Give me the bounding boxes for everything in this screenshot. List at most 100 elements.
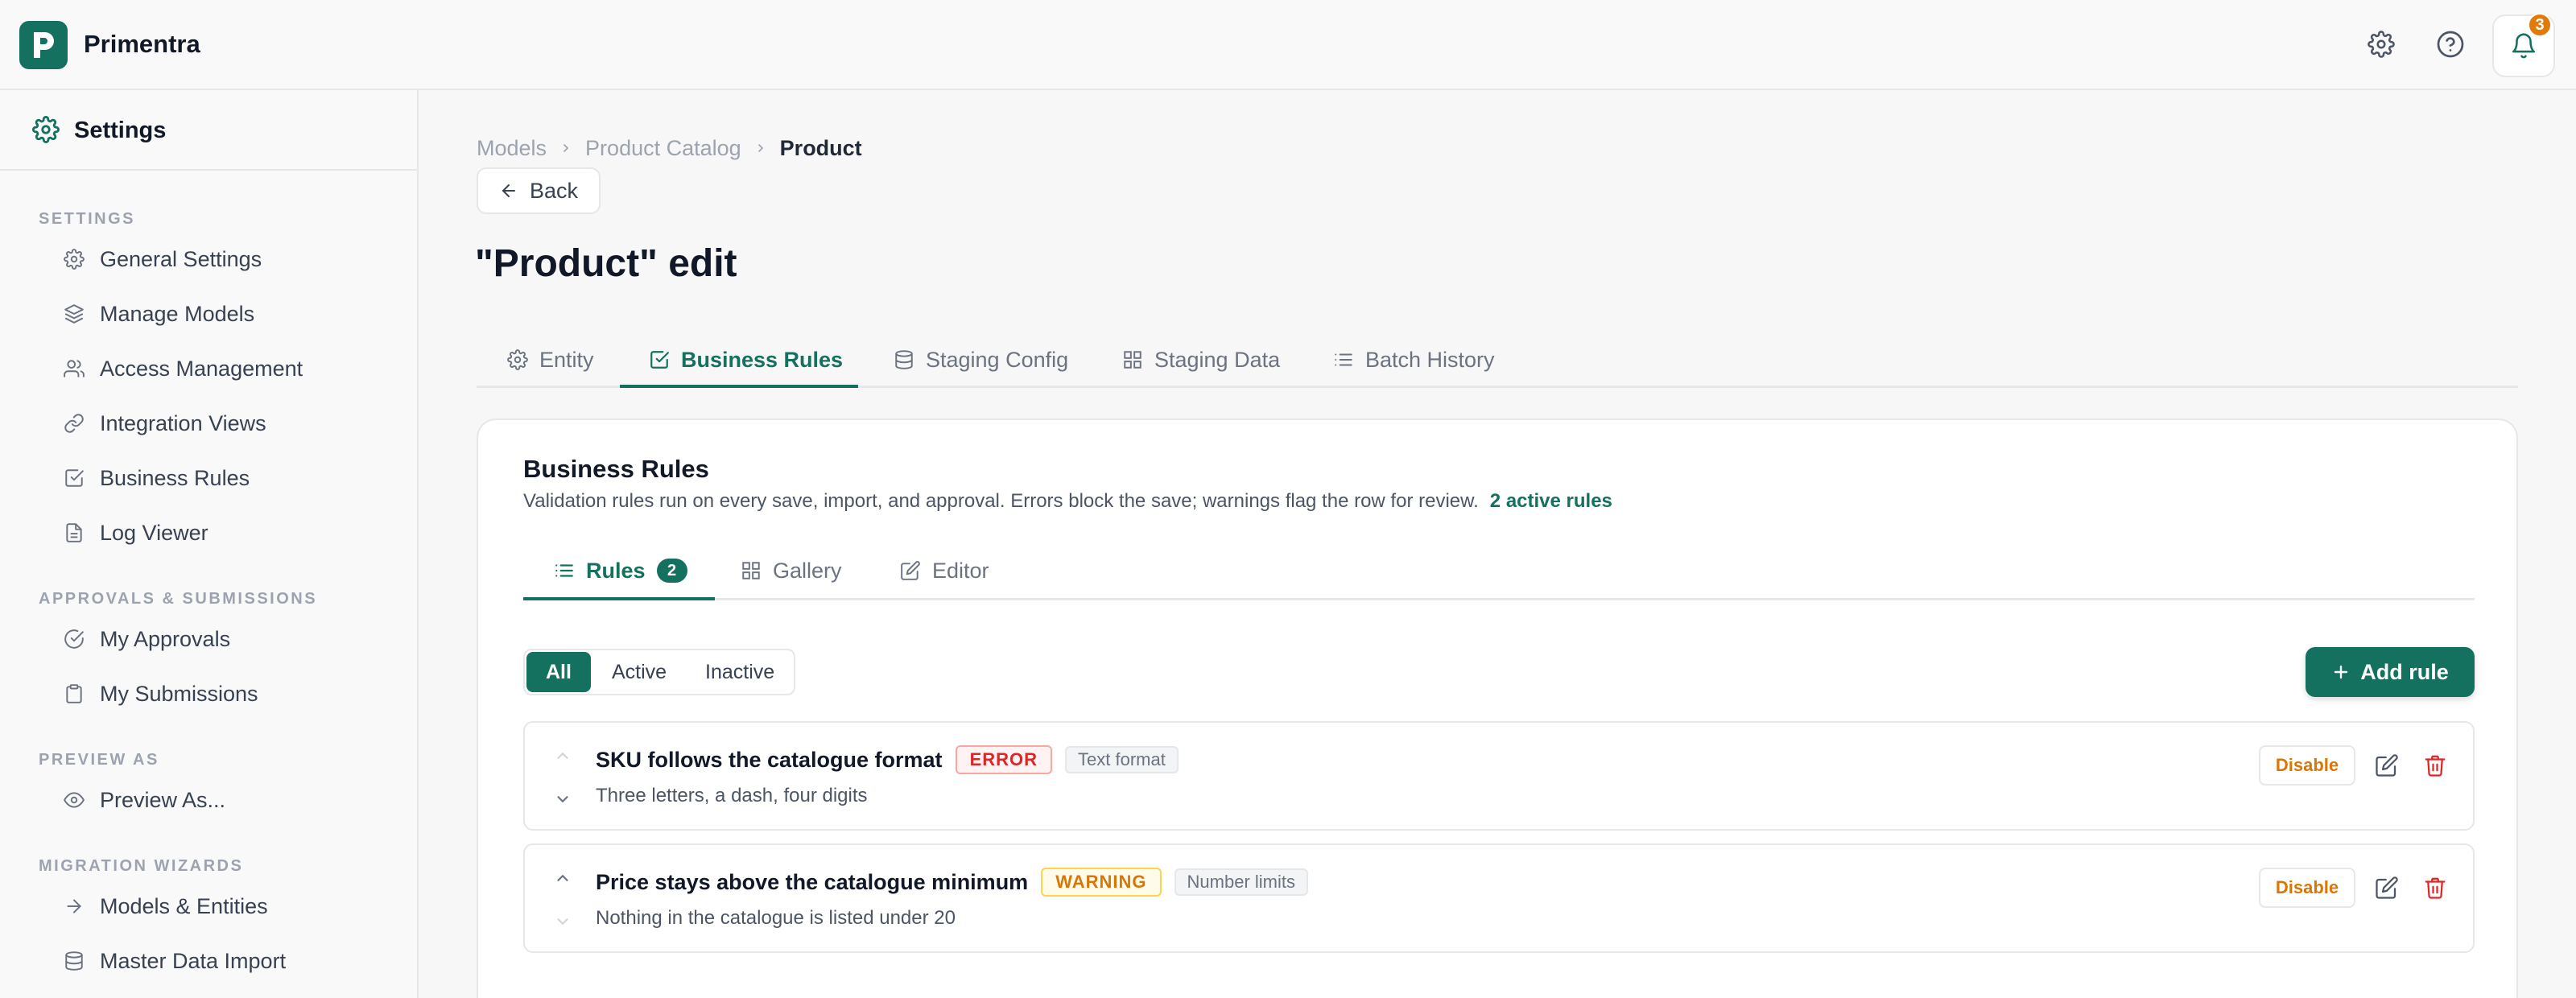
layers-icon: [63, 303, 85, 325]
sidebar-item-label: Business Rules: [100, 465, 250, 490]
sidebar-item-label: Preview As...: [100, 787, 226, 812]
entity-tabs: Entity Business Rules Staging Config Sta…: [477, 332, 2518, 388]
edit-icon: [901, 561, 920, 580]
tab-business-rules[interactable]: Business Rules: [649, 332, 843, 388]
filter-all[interactable]: All: [526, 652, 591, 692]
tab-label: Business Rules: [681, 347, 844, 372]
disable-rule-button[interactable]: Disable: [2259, 745, 2355, 786]
disable-rule-button[interactable]: Disable: [2259, 868, 2355, 908]
sidebar-item-label: Access Management: [100, 356, 303, 381]
severity-badge: ERROR: [955, 745, 1053, 774]
chevron-down-icon[interactable]: [554, 790, 572, 808]
sidebar-item-my-approvals[interactable]: My Approvals: [63, 620, 401, 658]
sidebar-item-label: General Settings: [100, 246, 262, 271]
subtab-label: Editor: [932, 558, 989, 583]
subtab-gallery[interactable]: Gallery: [741, 541, 842, 600]
file-text-icon: [63, 522, 85, 544]
app-title: Primentra: [84, 30, 200, 58]
database-icon: [895, 350, 913, 369]
tab-staging-config[interactable]: Staging Config: [894, 332, 1068, 388]
tab-entity[interactable]: Entity: [507, 332, 594, 388]
tab-label: Staging Data: [1154, 347, 1281, 372]
card-description-text: Validation rules run on every save, impo…: [523, 490, 1479, 512]
sidebar-section-migration-wizards: MIGRATION WIZARDS: [39, 857, 244, 875]
active-tab-indicator: [620, 385, 858, 388]
sidebar-item-business-rules[interactable]: Business Rules: [63, 459, 401, 497]
sidebar-item-my-submissions[interactable]: My Submissions: [63, 674, 401, 713]
rule-row: SKU follows the catalogue format ERROR T…: [523, 721, 2475, 831]
edit-icon: [2376, 754, 2398, 777]
link-icon: [63, 412, 85, 435]
chevron-right-icon: [754, 141, 767, 155]
trash-icon: [2425, 755, 2446, 777]
sidebar-item-log-viewer[interactable]: Log Viewer: [63, 513, 401, 552]
edit-icon: [2376, 876, 2398, 899]
card-title: Business Rules: [523, 455, 709, 483]
sidebar-item-label: Log Viewer: [100, 520, 208, 545]
business-rules-card: Business Rules Validation rules run on e…: [477, 419, 2518, 998]
rule-type-tag: Number limits: [1174, 868, 1308, 896]
sidebar-item-label: My Approvals: [100, 626, 231, 651]
back-button[interactable]: Back: [477, 167, 601, 214]
tab-staging-data[interactable]: Staging Data: [1122, 332, 1280, 388]
list-icon: [555, 564, 573, 577]
subtab-editor[interactable]: Editor: [900, 541, 989, 600]
sidebar: Settings SETTINGS General Settings Manag…: [0, 90, 419, 998]
help-button[interactable]: [2432, 26, 2469, 63]
rule-title[interactable]: Price stays above the catalogue minimum …: [596, 868, 1308, 897]
add-rule-button[interactable]: Add rule: [2306, 647, 2475, 697]
breadcrumb-product-catalog[interactable]: Product Catalog: [585, 136, 741, 161]
page-title: "Product" edit: [475, 242, 737, 285]
sidebar-section-preview-as: PREVIEW AS: [39, 751, 159, 769]
rule-description: Three letters, a dash, four digits: [596, 785, 868, 806]
grid-icon: [742, 562, 760, 579]
clipboard-icon: [63, 683, 85, 705]
sidebar-item-manage-models[interactable]: Manage Models: [63, 295, 401, 333]
breadcrumb-models[interactable]: Models: [477, 136, 547, 161]
rule-title[interactable]: SKU follows the catalogue format ERROR T…: [596, 745, 1179, 774]
delete-rule-button[interactable]: [2420, 872, 2450, 903]
help-circle-icon: [2437, 31, 2464, 58]
grid-icon: [1124, 351, 1141, 369]
tab-batch-history[interactable]: Batch History: [1333, 332, 1495, 388]
gear-icon: [2368, 31, 2395, 58]
sidebar-item-access-management[interactable]: Access Management: [63, 349, 401, 388]
subtab-label: Gallery: [773, 558, 842, 583]
chevron-down-icon[interactable]: [554, 913, 572, 930]
rule-name: SKU follows the catalogue format: [596, 748, 943, 772]
active-rules-count: 2 active rules: [1489, 490, 1612, 512]
add-rule-label: Add rule: [2360, 659, 2449, 684]
bell-icon: [2512, 33, 2536, 59]
breadcrumb: Models Product Catalog Product: [477, 132, 862, 164]
gear-icon: [507, 349, 528, 370]
subtab-rules[interactable]: Rules 2: [554, 541, 687, 600]
rule-row: Price stays above the catalogue minimum …: [523, 843, 2475, 953]
rule-type-tag: Text format: [1065, 746, 1179, 773]
sidebar-item-models-entities[interactable]: Models & Entities: [63, 887, 401, 926]
tab-label: Staging Config: [926, 347, 1069, 372]
sidebar-section-approvals: APPROVALS & SUBMISSIONS: [39, 590, 318, 608]
sidebar-section-settings: SETTINGS: [39, 210, 136, 228]
sidebar-item-integration-views[interactable]: Integration Views: [63, 404, 401, 443]
plus-icon: [2334, 665, 2348, 679]
edit-rule-button[interactable]: [2372, 872, 2402, 903]
subtab-label: Rules: [586, 558, 646, 583]
notification-count-badge: 3: [2528, 13, 2552, 37]
sidebar-item-preview-as[interactable]: Preview As...: [63, 781, 401, 819]
app-logo[interactable]: [19, 21, 68, 69]
sidebar-item-general-settings[interactable]: General Settings: [63, 240, 401, 278]
settings-button[interactable]: [2363, 26, 2400, 63]
tab-label: Entity: [539, 347, 594, 372]
delete-rule-button[interactable]: [2420, 750, 2450, 781]
sidebar-title: Settings: [74, 118, 167, 143]
edit-rule-button[interactable]: [2372, 750, 2402, 781]
filter-active[interactable]: Active: [592, 650, 686, 694]
active-subtab-indicator: [523, 597, 715, 600]
database-icon: [63, 950, 85, 972]
filter-inactive[interactable]: Inactive: [686, 650, 794, 694]
sidebar-item-master-data-import[interactable]: Master Data Import: [63, 942, 401, 980]
severity-badge: WARNING: [1041, 868, 1162, 897]
arrow-right-icon: [63, 895, 85, 918]
chevron-up-icon[interactable]: [554, 747, 572, 765]
chevron-up-icon[interactable]: [554, 869, 572, 887]
